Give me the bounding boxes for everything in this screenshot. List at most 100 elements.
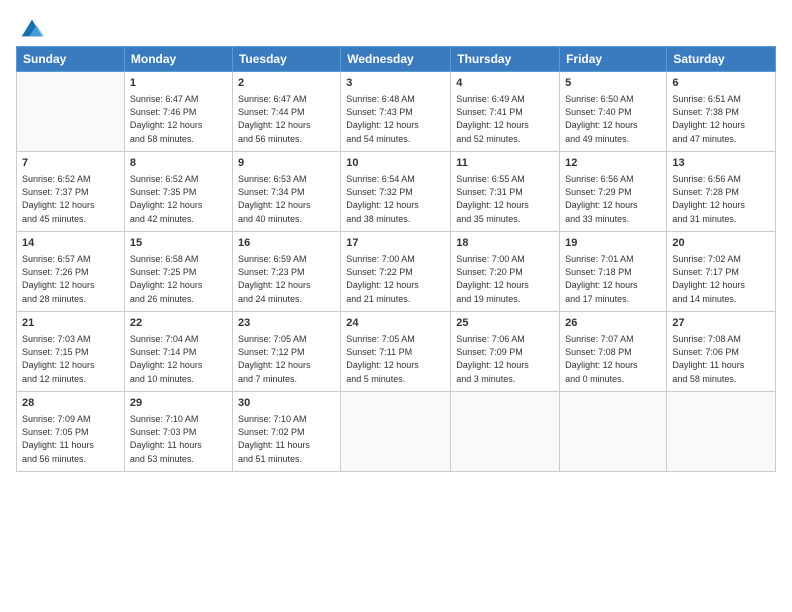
day-number: 3 xyxy=(346,76,445,91)
calendar-cell: 29 Sunrise: 7:10 AMSunset: 7:03 PMDayligh… xyxy=(124,392,232,472)
day-number: 23 xyxy=(238,316,335,331)
calendar-cell xyxy=(667,392,776,472)
day-number: 10 xyxy=(346,156,445,171)
day-header: Thursday xyxy=(451,47,560,72)
day-info: Sunrise: 6:50 AMSunset: 7:40 PMDaylight:… xyxy=(565,93,661,145)
logo-icon xyxy=(18,14,46,42)
calendar-table: SundayMondayTuesdayWednesdayThursdayFrid… xyxy=(16,46,776,472)
day-number: 9 xyxy=(238,156,335,171)
day-info: Sunrise: 6:55 AMSunset: 7:31 PMDaylight:… xyxy=(456,173,554,225)
day-info: Sunrise: 6:53 AMSunset: 7:34 PMDaylight:… xyxy=(238,173,335,225)
day-number: 7 xyxy=(22,156,119,171)
day-info: Sunrise: 7:07 AMSunset: 7:08 PMDaylight:… xyxy=(565,333,661,385)
day-info: Sunrise: 7:00 AMSunset: 7:22 PMDaylight:… xyxy=(346,253,445,305)
day-info: Sunrise: 7:05 AMSunset: 7:11 PMDaylight:… xyxy=(346,333,445,385)
calendar-header-row: SundayMondayTuesdayWednesdayThursdayFrid… xyxy=(17,47,776,72)
day-header: Saturday xyxy=(667,47,776,72)
calendar-cell xyxy=(451,392,560,472)
calendar-cell: 28 Sunrise: 7:09 AMSunset: 7:05 PMDayligh… xyxy=(17,392,125,472)
calendar-cell xyxy=(17,72,125,152)
day-number: 8 xyxy=(130,156,227,171)
day-number: 20 xyxy=(672,236,770,251)
day-info: Sunrise: 7:10 AMSunset: 7:02 PMDaylight:… xyxy=(238,413,335,465)
day-number: 1 xyxy=(130,76,227,91)
day-number: 22 xyxy=(130,316,227,331)
day-info: Sunrise: 6:47 AMSunset: 7:46 PMDaylight:… xyxy=(130,93,227,145)
day-number: 26 xyxy=(565,316,661,331)
day-number: 15 xyxy=(130,236,227,251)
calendar-cell: 1 Sunrise: 6:47 AMSunset: 7:46 PMDaylight… xyxy=(124,72,232,152)
calendar-cell: 24 Sunrise: 7:05 AMSunset: 7:11 PMDayligh… xyxy=(341,312,451,392)
calendar-week-row: 21 Sunrise: 7:03 AMSunset: 7:15 PMDayligh… xyxy=(17,312,776,392)
calendar-body: 1 Sunrise: 6:47 AMSunset: 7:46 PMDaylight… xyxy=(17,72,776,472)
calendar-cell: 23 Sunrise: 7:05 AMSunset: 7:12 PMDayligh… xyxy=(232,312,340,392)
calendar-cell: 2 Sunrise: 6:47 AMSunset: 7:44 PMDaylight… xyxy=(232,72,340,152)
day-info: Sunrise: 6:58 AMSunset: 7:25 PMDaylight:… xyxy=(130,253,227,305)
day-info: Sunrise: 6:52 AMSunset: 7:37 PMDaylight:… xyxy=(22,173,119,225)
day-number: 13 xyxy=(672,156,770,171)
day-number: 2 xyxy=(238,76,335,91)
calendar-cell: 8 Sunrise: 6:52 AMSunset: 7:35 PMDaylight… xyxy=(124,152,232,232)
day-number: 18 xyxy=(456,236,554,251)
day-number: 29 xyxy=(130,396,227,411)
day-number: 4 xyxy=(456,76,554,91)
day-number: 11 xyxy=(456,156,554,171)
day-info: Sunrise: 6:56 AMSunset: 7:28 PMDaylight:… xyxy=(672,173,770,225)
day-number: 19 xyxy=(565,236,661,251)
day-info: Sunrise: 6:54 AMSunset: 7:32 PMDaylight:… xyxy=(346,173,445,225)
day-header: Sunday xyxy=(17,47,125,72)
day-number: 30 xyxy=(238,396,335,411)
day-info: Sunrise: 7:02 AMSunset: 7:17 PMDaylight:… xyxy=(672,253,770,305)
main-container: SundayMondayTuesdayWednesdayThursdayFrid… xyxy=(0,0,792,482)
calendar-cell: 5Sunrise: 6:50 AMSunset: 7:40 PMDaylight… xyxy=(560,72,667,152)
calendar-cell: 19 Sunrise: 7:01 AMSunset: 7:18 PMDayligh… xyxy=(560,232,667,312)
calendar-cell: 27Sunrise: 7:08 AMSunset: 7:06 PMDayligh… xyxy=(667,312,776,392)
calendar-cell: 20 Sunrise: 7:02 AMSunset: 7:17 PMDayligh… xyxy=(667,232,776,312)
day-info: Sunrise: 7:03 AMSunset: 7:15 PMDaylight:… xyxy=(22,333,119,385)
day-number: 21 xyxy=(22,316,119,331)
day-info: Sunrise: 7:05 AMSunset: 7:12 PMDaylight:… xyxy=(238,333,335,385)
day-info: Sunrise: 6:47 AMSunset: 7:44 PMDaylight:… xyxy=(238,93,335,145)
day-info: Sunrise: 7:04 AMSunset: 7:14 PMDaylight:… xyxy=(130,333,227,385)
day-header: Tuesday xyxy=(232,47,340,72)
day-header: Wednesday xyxy=(341,47,451,72)
header xyxy=(16,10,776,38)
day-number: 14 xyxy=(22,236,119,251)
day-info: Sunrise: 6:48 AMSunset: 7:43 PMDaylight:… xyxy=(346,93,445,145)
calendar-cell: 25 Sunrise: 7:06 AMSunset: 7:09 PMDayligh… xyxy=(451,312,560,392)
day-info: Sunrise: 7:09 AMSunset: 7:05 PMDaylight:… xyxy=(22,413,119,465)
calendar-cell: 14 Sunrise: 6:57 AMSunset: 7:26 PMDayligh… xyxy=(17,232,125,312)
day-info: Sunrise: 6:57 AMSunset: 7:26 PMDaylight:… xyxy=(22,253,119,305)
calendar-cell xyxy=(560,392,667,472)
day-info: Sunrise: 7:10 AMSunset: 7:03 PMDaylight:… xyxy=(130,413,227,465)
day-number: 16 xyxy=(238,236,335,251)
calendar-cell: 12Sunrise: 6:56 AMSunset: 7:29 PMDayligh… xyxy=(560,152,667,232)
calendar-cell: 4Sunrise: 6:49 AMSunset: 7:41 PMDaylight… xyxy=(451,72,560,152)
day-info: Sunrise: 7:00 AMSunset: 7:20 PMDaylight:… xyxy=(456,253,554,305)
calendar-cell: 17 Sunrise: 7:00 AMSunset: 7:22 PMDayligh… xyxy=(341,232,451,312)
logo xyxy=(16,14,46,38)
day-number: 17 xyxy=(346,236,445,251)
calendar-cell: 10 Sunrise: 6:54 AMSunset: 7:32 PMDayligh… xyxy=(341,152,451,232)
calendar-cell xyxy=(341,392,451,472)
calendar-week-row: 1 Sunrise: 6:47 AMSunset: 7:46 PMDaylight… xyxy=(17,72,776,152)
calendar-cell: 21 Sunrise: 7:03 AMSunset: 7:15 PMDayligh… xyxy=(17,312,125,392)
calendar-cell: 6Sunrise: 6:51 AMSunset: 7:38 PMDaylight… xyxy=(667,72,776,152)
day-number: 28 xyxy=(22,396,119,411)
day-number: 6 xyxy=(672,76,770,91)
day-number: 12 xyxy=(565,156,661,171)
calendar-cell: 26 Sunrise: 7:07 AMSunset: 7:08 PMDayligh… xyxy=(560,312,667,392)
calendar-cell: 3 Sunrise: 6:48 AMSunset: 7:43 PMDaylight… xyxy=(341,72,451,152)
day-header: Friday xyxy=(560,47,667,72)
calendar-cell: 7 Sunrise: 6:52 AMSunset: 7:37 PMDaylight… xyxy=(17,152,125,232)
calendar-cell: 15 Sunrise: 6:58 AMSunset: 7:25 PMDayligh… xyxy=(124,232,232,312)
calendar-cell: 18 Sunrise: 7:00 AMSunset: 7:20 PMDayligh… xyxy=(451,232,560,312)
calendar-week-row: 7 Sunrise: 6:52 AMSunset: 7:37 PMDaylight… xyxy=(17,152,776,232)
calendar-cell: 9 Sunrise: 6:53 AMSunset: 7:34 PMDaylight… xyxy=(232,152,340,232)
day-info: Sunrise: 6:52 AMSunset: 7:35 PMDaylight:… xyxy=(130,173,227,225)
day-number: 24 xyxy=(346,316,445,331)
day-info: Sunrise: 7:01 AMSunset: 7:18 PMDaylight:… xyxy=(565,253,661,305)
day-number: 25 xyxy=(456,316,554,331)
day-info: Sunrise: 7:06 AMSunset: 7:09 PMDaylight:… xyxy=(456,333,554,385)
day-info: Sunrise: 7:08 AMSunset: 7:06 PMDaylight:… xyxy=(672,333,770,385)
